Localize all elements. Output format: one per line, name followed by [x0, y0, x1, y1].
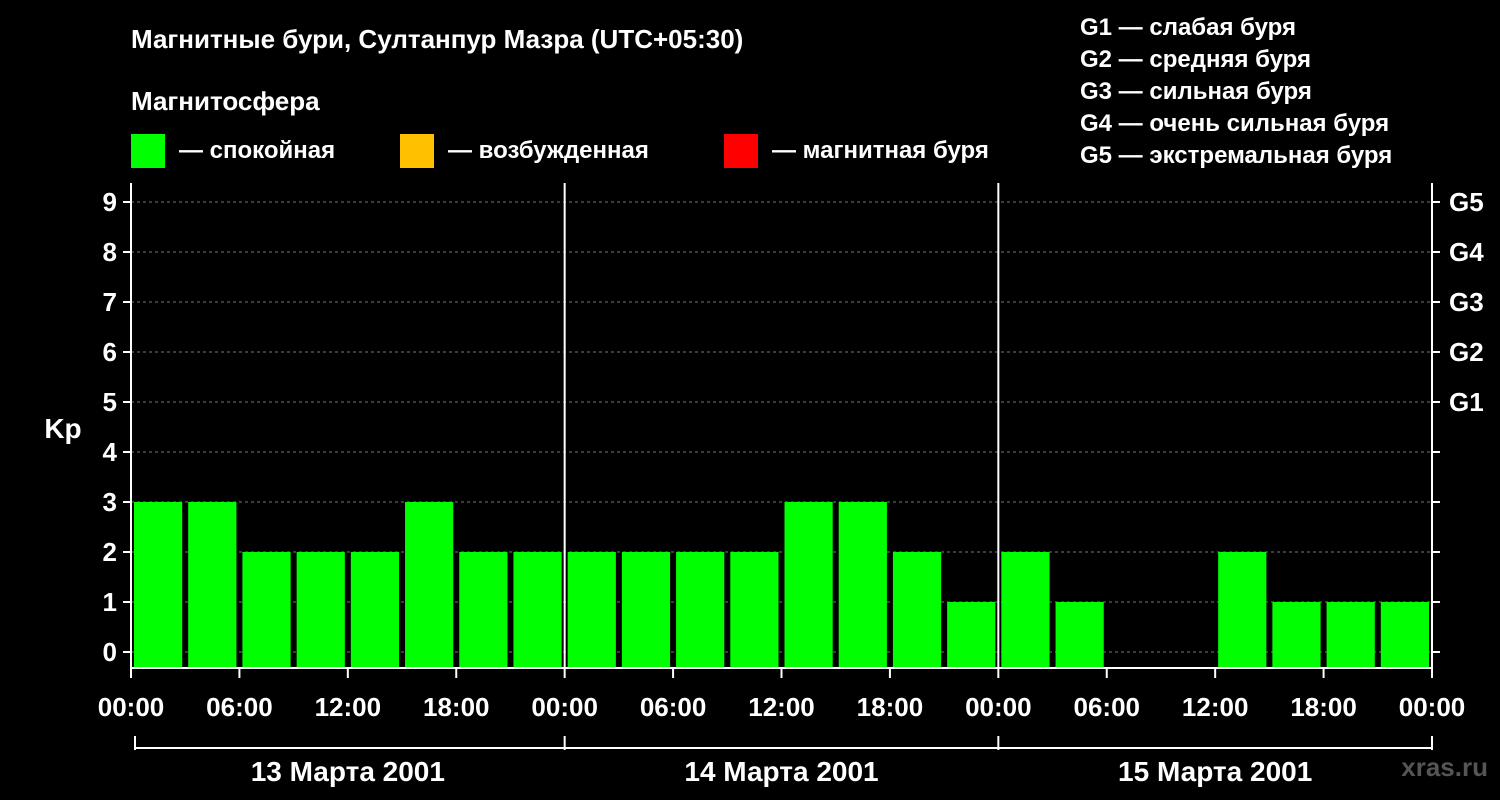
x-tick-label: 00:00: [531, 692, 598, 722]
y-tick-label: 5: [103, 387, 117, 417]
y-axis-label: Kp: [44, 413, 81, 444]
y-tick-label: 2: [103, 537, 117, 567]
kp-bar: [459, 552, 508, 668]
kp-bar: [296, 552, 345, 668]
x-tick-label: 06:00: [206, 692, 273, 722]
y-tick-label: 4: [103, 437, 118, 467]
kp-bar: [1055, 602, 1104, 668]
x-tick-label: 18:00: [423, 692, 490, 722]
kp-bar: [1380, 602, 1429, 668]
g-scale-label: G1: [1449, 387, 1484, 417]
kp-bar: [947, 602, 996, 668]
kp-bar: [838, 502, 887, 668]
kp-bar: [567, 552, 616, 668]
y-tick-label: 1: [103, 587, 117, 617]
x-tick-label: 12:00: [315, 692, 382, 722]
x-tick-label: 00:00: [965, 692, 1032, 722]
kp-bar: [784, 502, 833, 668]
g-scale-label: G2: [1449, 337, 1484, 367]
x-tick-label: 18:00: [1290, 692, 1357, 722]
kp-bar: [1272, 602, 1321, 668]
kp-bar: [350, 552, 400, 668]
y-tick-label: 8: [103, 237, 117, 267]
g-scale-label: G5: [1449, 187, 1484, 217]
kp-bar: [676, 552, 725, 668]
x-tick-label: 12:00: [1182, 692, 1249, 722]
kp-bar: [405, 502, 454, 668]
kp-bar: [188, 502, 237, 668]
y-tick-label: 7: [103, 287, 117, 317]
x-tick-label: 00:00: [1399, 692, 1466, 722]
day-label: 14 Марта 2001: [684, 756, 878, 787]
kp-bar: [1001, 552, 1050, 668]
x-tick-label: 06:00: [1074, 692, 1141, 722]
kp-bar-chart: 0 1 2 3 4 5 6 7 8 9 G1 G2 G3 G4 G5 Kp 00:00 06:00 12:00 18:…: [44, 183, 1484, 787]
kp-bar: [242, 552, 291, 668]
day-label: 13 Марта 2001: [251, 756, 445, 787]
watermark: xras.ru: [1401, 752, 1488, 782]
x-tick-label: 18:00: [857, 692, 924, 722]
y-tick-label: 0: [103, 637, 117, 667]
kp-bar: [892, 552, 942, 668]
y-tick-label: 9: [103, 187, 117, 217]
x-tick-label: 06:00: [640, 692, 707, 722]
g-scale-label: G4: [1449, 237, 1484, 267]
kp-bar: [134, 502, 183, 668]
g-scale-label: G3: [1449, 287, 1484, 317]
kp-bar: [513, 552, 562, 668]
day-label: 15 Марта 2001: [1118, 756, 1312, 787]
kp-bar: [1326, 602, 1375, 668]
x-tick-label: 00:00: [98, 692, 165, 722]
kp-bar: [621, 552, 671, 668]
kp-bar: [1218, 552, 1267, 668]
x-tick-label: 12:00: [748, 692, 815, 722]
y-tick-label: 6: [103, 337, 117, 367]
y-tick-label: 3: [103, 487, 117, 517]
kp-bar: [730, 552, 779, 668]
